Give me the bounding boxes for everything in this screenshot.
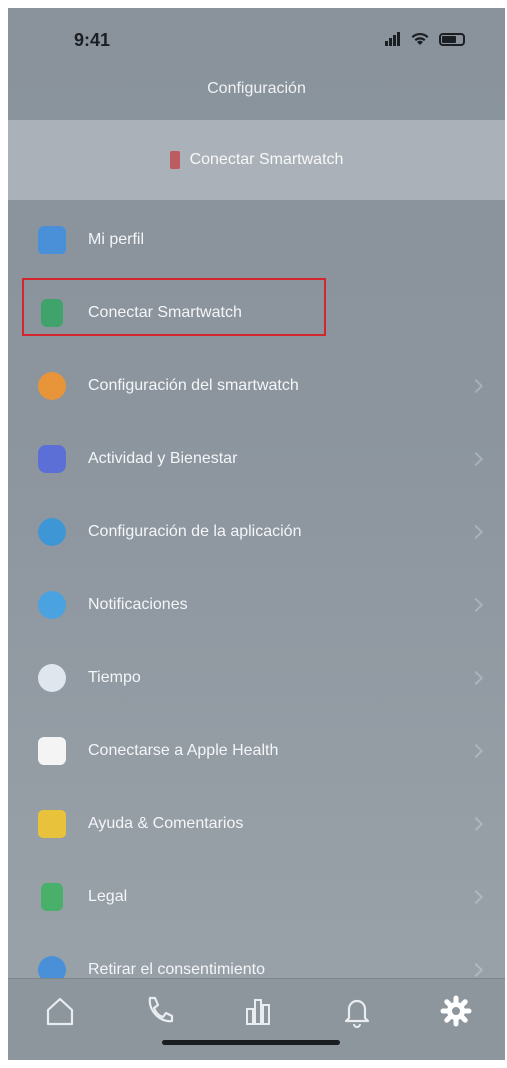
home-icon[interactable] [42, 993, 78, 1029]
menu-item-label: Retirar el consentimiento [88, 960, 265, 978]
menu-item-label: Ayuda & Comentarios [88, 814, 244, 832]
heart-rate-icon [38, 444, 66, 473]
menu-item-notifications[interactable]: Notificaciones [8, 568, 505, 641]
bell-icon [38, 590, 66, 619]
page-title: Configuración [207, 80, 306, 97]
menu-item-app-settings[interactable]: Configuración de la aplicación [8, 495, 505, 568]
chevron-right-icon [468, 524, 484, 539]
chevron-right-icon [468, 816, 484, 831]
menu-item-label: Configuración de la aplicación [88, 522, 302, 540]
weather-icon [38, 663, 66, 692]
person-icon [38, 225, 66, 254]
gear-icon [38, 371, 66, 400]
menu-item-profile[interactable]: Mi perfil [8, 203, 505, 276]
chevron-right-icon [468, 889, 484, 904]
gear-icon[interactable] [438, 993, 474, 1029]
phone-screen: 9:41 Configuración Conectar Smartwatch M… [8, 8, 505, 1060]
chevron-right-icon [468, 451, 484, 466]
tab-bar [8, 978, 505, 1060]
bell-icon[interactable] [339, 993, 375, 1029]
home-indicator [162, 1040, 340, 1045]
chevron-right-icon [468, 962, 484, 977]
health-icon [38, 736, 66, 765]
stats-icon[interactable] [240, 993, 276, 1029]
chevron-right-icon [468, 597, 484, 612]
banner-label: Conectar Smartwatch [189, 151, 344, 168]
menu-item-label: Legal [88, 887, 128, 905]
signal-icon [385, 32, 401, 46]
phone-icon[interactable] [141, 993, 177, 1029]
menu-item-label: Mi perfil [88, 230, 145, 248]
status-bar: 9:41 [8, 8, 505, 78]
chevron-right-icon [468, 378, 484, 393]
menu-item-legal[interactable]: Legal [8, 860, 505, 933]
watch-icon [169, 151, 180, 169]
battery-icon [439, 32, 465, 46]
menu-item-help[interactable]: Ayuda & Comentarios [8, 787, 505, 860]
wifi-icon [411, 32, 429, 45]
help-icon [38, 809, 66, 838]
menu-item-label: Actividad y Bienestar [88, 449, 238, 467]
highlight-box [22, 278, 326, 336]
chevron-right-icon [468, 743, 484, 758]
menu-item-smartwatch-settings[interactable]: Configuración del smartwatch [8, 349, 505, 422]
status-icons [385, 32, 465, 46]
menu-item-label: Tiempo [88, 668, 141, 686]
menu-item-label: Notificaciones [88, 595, 188, 613]
status-time: 9:41 [74, 30, 111, 50]
menu-item-label: Conectarse a Apple Health [88, 741, 279, 759]
lock-icon [41, 882, 63, 911]
menu-item-apple-health[interactable]: Conectarse a Apple Health [8, 714, 505, 787]
connect-smartwatch-banner[interactable]: Conectar Smartwatch [8, 120, 505, 200]
menu-item-activity[interactable]: Actividad y Bienestar [8, 422, 505, 495]
settings-icon [38, 517, 66, 546]
chevron-right-icon [468, 670, 484, 685]
menu-item-weather[interactable]: Tiempo [8, 641, 505, 714]
menu-item-label: Configuración del smartwatch [88, 376, 299, 394]
